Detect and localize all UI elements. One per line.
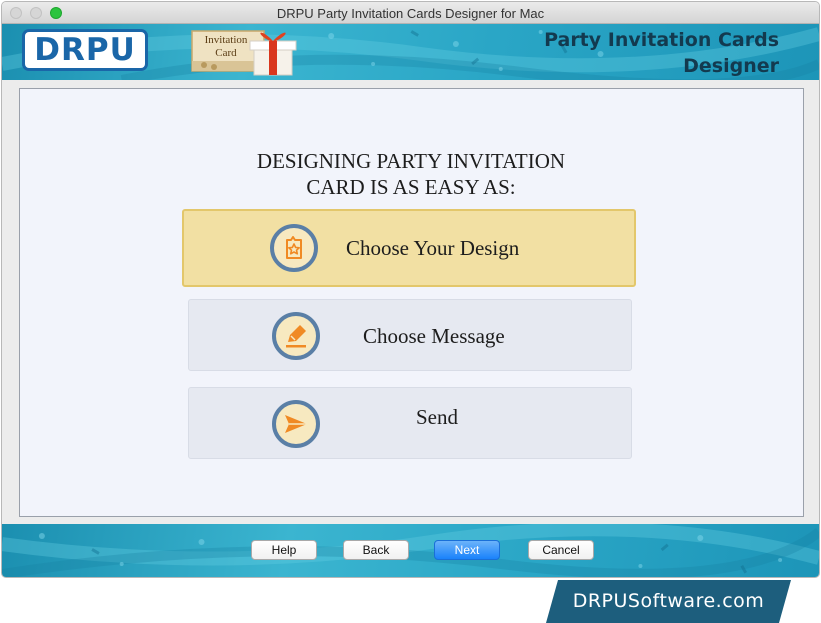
watermark-text: DRPUSoftware.com [572,590,765,612]
logo-text: DRPU [34,32,136,68]
content-area: DESIGNING PARTY INVITATION CARD IS AS EA… [2,80,819,524]
step-icon-ring [272,312,320,360]
drpu-software-watermark: DRPUSoftware.com [546,580,791,623]
back-button[interactable]: Back [343,540,409,560]
step-icon-ring [270,224,318,272]
step-icon-ring [272,400,320,448]
card-text-line1: Invitation [205,34,248,46]
app-header-banner: DRPU Invitation Card Party Invitation Ca… [2,24,819,80]
steps-panel: DESIGNING PARTY INVITATION CARD IS AS EA… [19,88,804,517]
footer-decoration [2,524,819,577]
step-send[interactable]: Send [188,387,632,459]
step-label: Send [416,405,458,429]
product-title-line1: Party Invitation Cards [544,29,779,51]
title-bar: DRPU Party Invitation Cards Designer for… [2,2,819,24]
product-title-line2: Designer [683,55,779,77]
heading-line2: CARD IS AS EASY AS: [306,175,516,199]
step-choose-design[interactable]: Choose Your Design [182,209,636,287]
next-button[interactable]: Next [434,540,500,560]
paper-plane-icon [285,415,307,433]
step-label: Choose Message [363,324,505,348]
invitation-card-gift-icon: Invitation Card [191,30,297,76]
help-button[interactable]: Help [251,540,317,560]
heading-line1: DESIGNING PARTY INVITATION [256,149,566,173]
product-title: Party Invitation Cards Designer [544,27,779,79]
star-card-icon [286,236,302,259]
footer-bar: Help Back Next Cancel [2,524,819,577]
window-title: DRPU Party Invitation Cards Designer for… [276,6,545,21]
app-window: DRPU Party Invitation Cards Designer for… [1,1,820,578]
step-choose-message[interactable]: Choose Message [188,299,632,371]
step-label: Choose Your Design [346,236,520,260]
drpu-logo: DRPU [22,29,148,71]
pen-icon [286,325,306,348]
card-text-line2: Card [215,47,237,59]
cancel-button[interactable]: Cancel [528,540,594,560]
